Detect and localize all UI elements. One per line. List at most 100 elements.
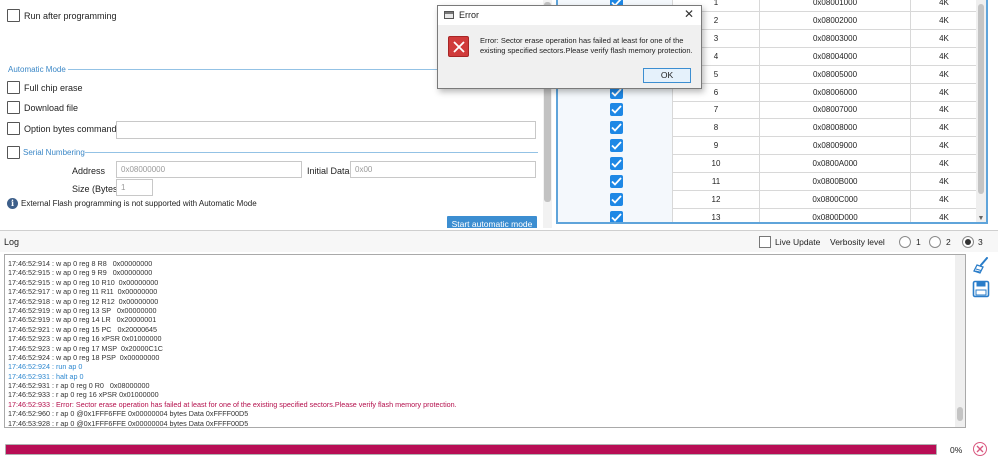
table-row[interactable]: 7 0x08007000 4K — [558, 101, 978, 120]
sector-checkbox[interactable] — [610, 139, 623, 153]
sector-size: 4K — [911, 190, 978, 209]
sector-address: 0x08001000 — [760, 0, 911, 12]
sector-select-cell — [558, 190, 673, 209]
log-line: 17:46:52:923 : w ap 0 reg 17 MSP 0x20000… — [8, 343, 163, 353]
section-divider — [85, 152, 538, 153]
table-row[interactable]: 11 0x0800B000 4K — [558, 173, 978, 191]
dialog-message: Error: Sector erase operation has failed… — [480, 36, 693, 55]
address-input[interactable]: 0x08000000 — [116, 161, 302, 178]
log-line: 17:46:52:924 : w ap 0 reg 18 PSP 0x00000… — [8, 352, 160, 362]
save-log-icon[interactable] — [972, 280, 990, 298]
size-label: Size (Bytes) — [72, 184, 121, 194]
live-update-checkbox[interactable] — [759, 236, 771, 248]
dialog-title-bar[interactable]: Error ✕ — [438, 6, 701, 25]
log-line: 17:46:52:919 : w ap 0 reg 14 LR 0x200000… — [8, 315, 157, 325]
sector-checkbox[interactable] — [610, 121, 623, 135]
log-line: 17:46:52:917 : w ap 0 reg 11 R11 0x00000… — [8, 287, 158, 297]
verbosity-radio-3[interactable] — [962, 236, 974, 248]
scrollbar-thumb[interactable] — [957, 407, 963, 421]
verbosity-label: Verbosity level — [830, 237, 885, 247]
full-chip-erase-checkbox[interactable] — [7, 81, 20, 94]
log-output[interactable]: 17:46:52:914 : w ap 0 reg 8 R8 0x0000000… — [4, 254, 966, 428]
sector-checkbox[interactable] — [610, 103, 623, 117]
option-bytes-input[interactable] — [116, 121, 536, 139]
log-line: 17:46:52:931 : halt ap 0 — [8, 371, 84, 381]
progress-bar — [5, 444, 937, 455]
progress-percent: 0% — [950, 445, 963, 455]
sector-index: 11 — [673, 173, 760, 191]
sector-address: 0x0800D000 — [760, 208, 911, 222]
serial-numbering-checkbox[interactable] — [7, 146, 20, 159]
sector-address: 0x0800B000 — [760, 173, 911, 191]
ok-button[interactable]: OK — [643, 68, 691, 83]
run-after-programming-checkbox[interactable] — [7, 9, 20, 22]
sector-size: 4K — [911, 0, 978, 12]
clear-log-broom-icon[interactable] — [972, 257, 990, 275]
close-icon[interactable]: ✕ — [683, 8, 695, 21]
sector-address: 0x08008000 — [760, 119, 911, 138]
log-header: Log Live Update Verbosity level 1 2 3 — [0, 230, 998, 252]
sector-index: 7 — [673, 101, 760, 120]
table-scrollbar[interactable]: ▼ — [976, 0, 986, 222]
sector-size: 4K — [911, 155, 978, 174]
sector-select-cell — [558, 119, 673, 138]
sector-select-cell — [558, 173, 673, 191]
sector-select-cell — [558, 208, 673, 222]
sector-checkbox[interactable] — [610, 175, 623, 188]
verbosity-radio-2[interactable] — [929, 236, 941, 248]
sector-size: 4K — [911, 101, 978, 120]
sector-size: 4K — [911, 29, 978, 48]
progress-fill — [6, 445, 936, 454]
error-icon — [448, 36, 469, 57]
scroll-down-icon[interactable]: ▼ — [976, 215, 986, 222]
dialog-body: Error: Sector erase operation has failed… — [438, 25, 701, 88]
scrollbar-thumb[interactable] — [978, 4, 984, 194]
log-line: 17:46:52:924 : run ap 0 — [8, 362, 83, 372]
table-row[interactable]: 10 0x0800A000 4K — [558, 155, 978, 174]
sector-address: 0x08005000 — [760, 65, 911, 84]
table-row[interactable]: 12 0x0800C000 4K — [558, 190, 978, 209]
sector-select-cell — [558, 155, 673, 174]
sector-address: 0x08004000 — [760, 47, 911, 66]
option-bytes-checkbox[interactable] — [7, 122, 20, 135]
log-line: 17:46:52:931 : r ap 0 reg 0 R0 0x0800000… — [8, 381, 150, 391]
size-input[interactable]: 1 — [116, 179, 153, 196]
table-row[interactable]: 8 0x08008000 4K — [558, 119, 978, 138]
start-automatic-mode-button[interactable]: Start automatic mode — [447, 216, 537, 228]
cancel-icon[interactable] — [973, 442, 987, 456]
download-file-label: Download file — [24, 103, 79, 113]
sector-checkbox[interactable] — [610, 210, 623, 222]
table-row[interactable]: 9 0x08009000 4K — [558, 137, 978, 156]
sector-checkbox[interactable] — [610, 157, 623, 171]
log-line: 17:46:52:915 : w ap 0 reg 10 R10 0x00000… — [8, 277, 159, 287]
sector-index: 8 — [673, 119, 760, 138]
sector-index: 12 — [673, 190, 760, 209]
log-line: 17:46:52:915 : w ap 0 reg 9 R9 0x0000000… — [8, 268, 153, 278]
log-line: 17:46:52:960 : r ap 0 @0x1FFF6FFE 0x0000… — [8, 409, 249, 419]
sector-size: 4K — [911, 208, 978, 222]
log-title: Log — [4, 237, 20, 247]
full-chip-erase-label: Full chip erase — [24, 83, 83, 93]
info-message: External Flash programming is not suppor… — [21, 199, 257, 208]
log-line: 17:46:53:928 : r ap 0 @0x1FFF6FFE 0x0000… — [8, 418, 249, 428]
log-lines: 17:46:52:914 : w ap 0 reg 8 R8 0x0000000… — [8, 259, 948, 428]
sector-address: 0x08007000 — [760, 101, 911, 120]
sector-size: 4K — [911, 83, 978, 102]
error-dialog: Error ✕ Error: Sector erase operation ha… — [437, 5, 702, 89]
automatic-mode-title: Automatic Mode — [8, 65, 66, 74]
log-scrollbar[interactable] — [955, 255, 965, 427]
log-line: 17:46:52:918 : w ap 0 reg 12 R12 0x00000… — [8, 296, 159, 306]
sector-address: 0x0800C000 — [760, 190, 911, 209]
sector-address: 0x08006000 — [760, 83, 911, 102]
sector-address: 0x0800A000 — [760, 155, 911, 174]
sector-index: 13 — [673, 208, 760, 222]
download-file-checkbox[interactable] — [7, 101, 20, 114]
initial-data-label: Initial Data — [307, 166, 350, 176]
verbosity-radio-1[interactable] — [899, 236, 911, 248]
sector-checkbox[interactable] — [610, 192, 623, 206]
table-row[interactable]: 13 0x0800D000 4K — [558, 208, 978, 222]
initial-data-input[interactable]: 0x00 — [350, 161, 536, 178]
sector-select-cell — [558, 137, 673, 156]
serial-numbering-title: Serial Numbering — [23, 148, 85, 157]
verbosity-radio-label: 1 — [916, 237, 921, 247]
